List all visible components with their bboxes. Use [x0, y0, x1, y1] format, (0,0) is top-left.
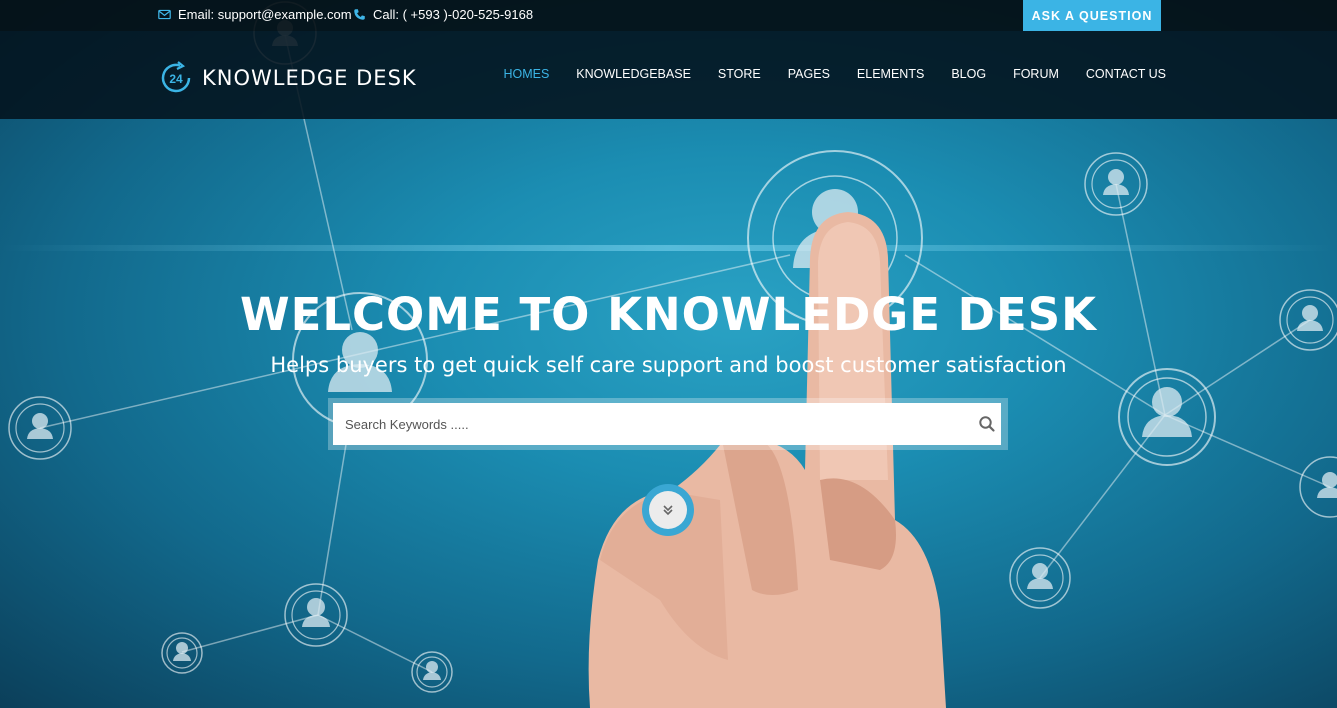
mail-icon — [158, 9, 171, 20]
top-bar: Email: support@example.com Call: ( +593 … — [0, 0, 1337, 31]
hand-illustration — [588, 212, 946, 708]
phone-text: Call: ( +593 )-020-525-9168 — [373, 7, 534, 22]
user-icon — [1317, 472, 1337, 498]
phone-icon — [354, 9, 365, 20]
nav-item-forum[interactable]: FORUM — [1013, 67, 1059, 81]
main-nav: HOMES KNOWLEDGEBASE STORE PAGES ELEMENTS… — [503, 67, 1166, 81]
user-icon — [173, 642, 191, 661]
hero-title: WELCOME TO KNOWLEDGE DESK — [239, 288, 1098, 341]
logo[interactable]: 24 KNOWLEDGE DESK — [158, 60, 417, 96]
scroll-down-inner — [649, 491, 687, 529]
logo-text: KNOWLEDGE DESK — [202, 66, 417, 90]
user-icon — [1142, 387, 1192, 437]
hero-subtitle: Helps buyers to get quick self care supp… — [270, 353, 1067, 377]
nav-item-blog[interactable]: BLOG — [951, 67, 986, 81]
search-box — [328, 398, 1008, 450]
contact-email[interactable]: Email: support@example.com — [158, 7, 352, 22]
email-text: Email: support@example.com — [178, 7, 352, 22]
chevrons-down-icon — [663, 505, 673, 516]
scroll-down-button[interactable] — [642, 484, 694, 536]
user-icon — [1103, 169, 1129, 195]
ask-question-button[interactable]: ASK A QUESTION — [1023, 0, 1161, 31]
main-header: 24 KNOWLEDGE DESK HOMES KNOWLEDGEBASE ST… — [0, 31, 1337, 119]
nav-item-homes[interactable]: HOMES — [503, 67, 549, 81]
nav-item-contact-us[interactable]: CONTACT US — [1086, 67, 1166, 81]
user-icon — [423, 661, 441, 680]
contact-phone[interactable]: Call: ( +593 )-020-525-9168 — [353, 7, 533, 22]
logo-icon: 24 — [161, 61, 191, 93]
user-icon — [302, 598, 330, 627]
logo-badge: 24 — [169, 72, 183, 86]
nav-item-elements[interactable]: ELEMENTS — [857, 67, 924, 81]
search-input[interactable] — [333, 403, 1001, 445]
nav-item-pages[interactable]: PAGES — [788, 67, 830, 81]
nav-item-knowledgebase[interactable]: KNOWLEDGEBASE — [576, 67, 691, 81]
search-icon[interactable] — [978, 415, 996, 433]
nav-item-store[interactable]: STORE — [718, 67, 761, 81]
